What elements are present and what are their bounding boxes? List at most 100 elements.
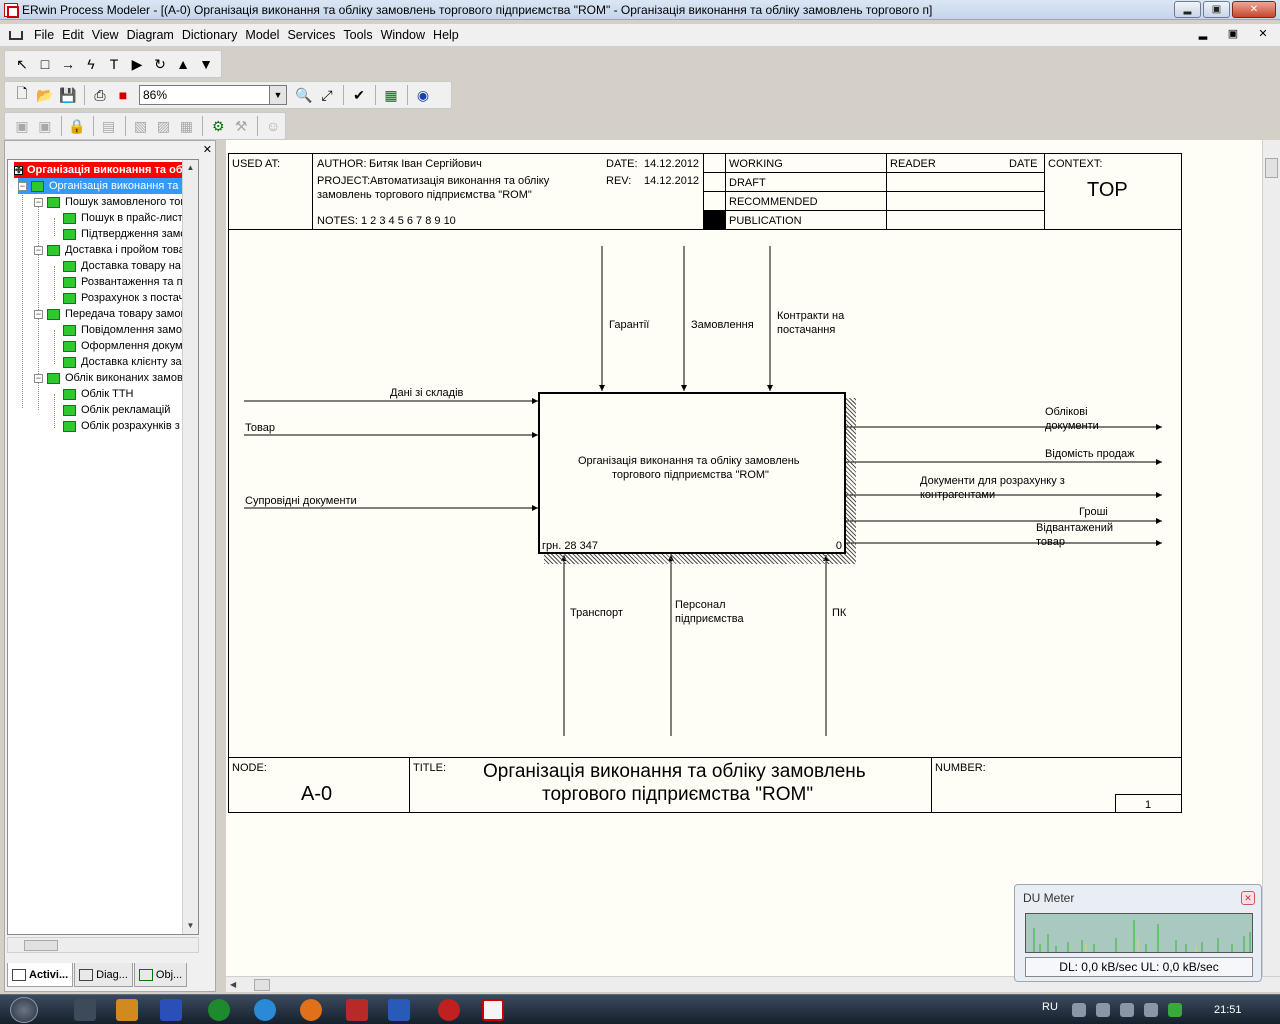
zoom-select[interactable]: 86% ▼	[139, 85, 287, 105]
merge-icon[interactable]: ▧	[130, 115, 152, 137]
clock[interactable]: 21:51	[1214, 1004, 1242, 1016]
input-label[interactable]: Дані зі складів	[390, 386, 463, 400]
tree-horizontal-scrollbar[interactable]	[7, 937, 199, 953]
start-button[interactable]	[10, 997, 38, 1023]
save-disk-icon[interactable]	[160, 999, 182, 1021]
collapse-icon[interactable]: −	[18, 181, 27, 191]
menu-help[interactable]: Help	[429, 24, 463, 46]
tree-leaf[interactable]: Облік розрахунків з	[63, 418, 180, 434]
tree-leaf[interactable]: Доставка товару на г	[63, 258, 188, 274]
output-label[interactable]: контрагентами	[920, 488, 995, 502]
arrow-tool-icon[interactable]: →	[57, 53, 79, 75]
scroll-thumb[interactable]	[24, 940, 58, 951]
users-icon[interactable]: ☺	[262, 115, 284, 137]
text-tool-icon[interactable]: T	[103, 53, 125, 75]
tree-group[interactable]: − Пошук замовленого тов	[34, 194, 186, 210]
tree-leaf[interactable]: Повідомлення замовн	[63, 322, 194, 338]
output-label[interactable]: Гроші	[1079, 505, 1108, 519]
document-window-icon[interactable]	[8, 28, 24, 42]
input-label[interactable]: Супровідні документи	[245, 494, 357, 508]
quick-launch-icon[interactable]	[74, 999, 96, 1021]
scroll-left-icon[interactable]: ◀	[230, 977, 236, 993]
restore-button[interactable]: ▣	[1203, 1, 1230, 18]
tree-group[interactable]: − Облік виконаних замовл	[34, 370, 189, 386]
scroll-thumb[interactable]	[1265, 158, 1278, 178]
menu-file[interactable]: File	[30, 24, 58, 46]
mechanism-label[interactable]: ПК	[832, 606, 846, 620]
tree-leaf[interactable]: Розвантаження та пер	[63, 274, 195, 290]
input-label[interactable]: Товар	[245, 421, 275, 435]
activity-box-tool-icon[interactable]: □	[34, 53, 56, 75]
close-icon[interactable]: ✕	[1241, 891, 1255, 905]
tree-leaf[interactable]: Оформлення докумен	[63, 338, 195, 354]
doc-minimize-button[interactable]: ▂	[1192, 27, 1214, 43]
output-label[interactable]: Відвантажений	[1036, 521, 1113, 535]
close-icon[interactable]: ✕	[203, 143, 212, 156]
scroll-up-icon[interactable]: ▲	[183, 160, 198, 176]
workspace-vertical-scrollbar[interactable]	[1262, 140, 1280, 976]
tree-leaf[interactable]: Пошук в прайс-листа:	[63, 210, 192, 226]
tree-vertical-scrollbar[interactable]: ▲ ▼	[182, 160, 198, 934]
torrent-icon[interactable]	[208, 999, 230, 1021]
spell-check-icon[interactable]: ✔	[348, 84, 370, 106]
doc-restore-button[interactable]: ▣	[1222, 27, 1244, 43]
save-icon[interactable]: 💾	[57, 84, 79, 106]
close-button[interactable]: ✕	[1232, 1, 1276, 18]
menu-tools[interactable]: Tools	[339, 24, 376, 46]
control-label[interactable]: Контракти на	[777, 309, 844, 323]
erwin-taskbar-icon[interactable]	[482, 999, 504, 1021]
collapse-icon[interactable]: −	[34, 309, 43, 319]
output-label[interactable]: Відомість продаж	[1045, 447, 1135, 461]
grid-icon[interactable]: ▦	[175, 115, 197, 137]
disconnect-icon[interactable]: ▣	[34, 115, 56, 137]
new-icon[interactable]: 🗋	[11, 84, 33, 106]
print-icon[interactable]: ⎙	[89, 84, 111, 106]
tab-activities[interactable]: Activi...	[7, 963, 74, 987]
options-icon[interactable]: ⚒	[230, 115, 252, 137]
mechanism-label[interactable]: підприємства	[675, 612, 744, 626]
tray-icon[interactable]	[1072, 1003, 1086, 1017]
menu-services[interactable]: Services	[283, 24, 339, 46]
du-meter-widget[interactable]: DU Meter ✕ DL: 0,0 kB/sec UL: 0,0 kB/sec	[1014, 884, 1262, 982]
doc-close-button[interactable]: ✕	[1252, 27, 1274, 43]
browser-icon[interactable]	[254, 999, 276, 1021]
word-icon[interactable]	[388, 999, 410, 1021]
chevron-down-icon[interactable]: ▼	[269, 86, 286, 104]
connect-icon[interactable]: ▣	[11, 115, 33, 137]
go-down-tool-icon[interactable]: ▼	[195, 53, 217, 75]
minimize-button[interactable]: ▂	[1174, 1, 1201, 18]
menu-window[interactable]: Window	[377, 24, 429, 46]
control-label[interactable]: Гарантії	[609, 318, 649, 332]
security-icon[interactable]: ⚙	[207, 115, 229, 137]
tree-root[interactable]: ✤ Організація виконання та облі	[14, 162, 197, 178]
lock-icon[interactable]: 🔒	[66, 115, 88, 137]
output-label[interactable]: документи	[1045, 419, 1099, 433]
menu-dictionary[interactable]: Dictionary	[178, 24, 242, 46]
tree-leaf[interactable]: Підтвердження замов	[63, 226, 192, 242]
menu-view[interactable]: View	[88, 24, 123, 46]
tree-leaf[interactable]: Облік рекламацій	[63, 402, 170, 418]
model-mart-icon[interactable]: ◉	[412, 84, 434, 106]
open-icon[interactable]: 📂	[34, 84, 56, 106]
activity-box[interactable]: Організація виконання та обліку замовлен…	[538, 392, 846, 554]
zoom-icon[interactable]: 🔍	[293, 84, 315, 106]
model-explorer-icon[interactable]: ▦	[380, 84, 402, 106]
play-tool-icon[interactable]: ▶	[126, 53, 148, 75]
tree-group[interactable]: − Передача товару замов	[34, 306, 186, 322]
menu-edit[interactable]: Edit	[58, 24, 88, 46]
tab-diagrams[interactable]: Diag...	[74, 963, 133, 987]
output-label[interactable]: Облікові	[1045, 405, 1088, 419]
control-label[interactable]: постачання	[777, 323, 835, 337]
tree-leaf[interactable]: Розрахунок з постача	[63, 290, 191, 306]
opera-icon[interactable]	[438, 999, 460, 1021]
go-up-tool-icon[interactable]: ▲	[172, 53, 194, 75]
zoom-fit-icon[interactable]: ⤢	[316, 84, 338, 106]
network-icon[interactable]	[1120, 1003, 1134, 1017]
collapse-icon[interactable]: −	[34, 245, 43, 255]
pointer-tool-icon[interactable]: ↖	[11, 53, 33, 75]
language-indicator[interactable]: RU	[1042, 1001, 1058, 1013]
library-icon[interactable]: ▤	[98, 115, 120, 137]
collapse-icon[interactable]: −	[34, 197, 43, 207]
menu-model[interactable]: Model	[241, 24, 283, 46]
tree-group[interactable]: − Доставка і пройом товар	[34, 242, 191, 258]
